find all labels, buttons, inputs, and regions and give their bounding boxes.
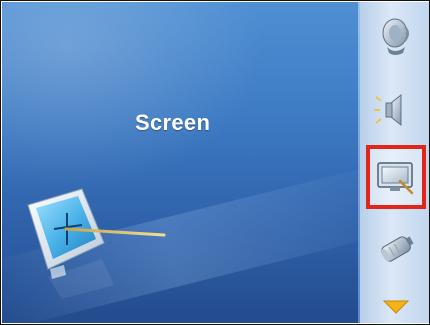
battery-icon (381, 236, 414, 262)
page-title: Screen (135, 110, 211, 135)
sidebar-item-screen[interactable] (366, 145, 426, 209)
content-panel: Screen (2, 2, 358, 323)
device-screen: Screen (0, 0, 430, 325)
volume-icon (374, 93, 402, 127)
screen-calibration-icon (27, 188, 166, 299)
scroll-down-arrow-icon (382, 300, 410, 314)
scroll-down-button[interactable] (366, 295, 426, 319)
speaker-icon (382, 18, 409, 55)
settings-sidebar (360, 2, 429, 323)
sidebar-item-battery[interactable] (366, 219, 426, 279)
sidebar-item-speaker[interactable] (366, 6, 426, 66)
screen-icon (377, 162, 414, 195)
background-sheen (2, 2, 282, 202)
sidebar-item-volume[interactable] (366, 80, 426, 140)
